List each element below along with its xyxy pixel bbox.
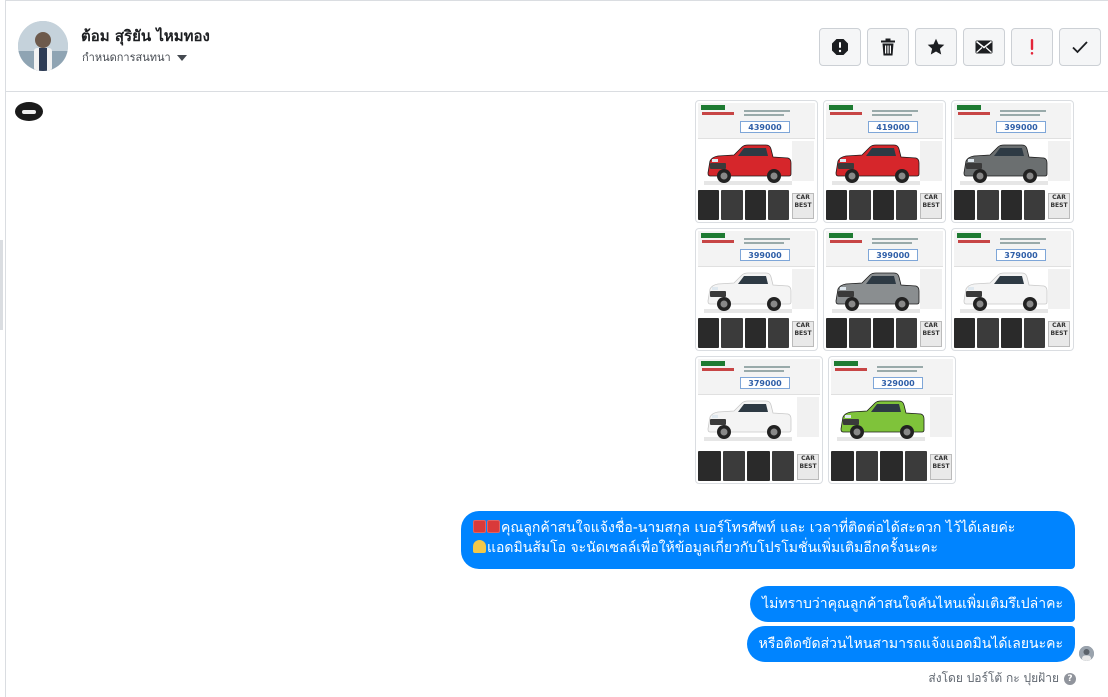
sent-by-text: ส่งโดย ปอร์โต้ กะ ปุยฝ้าย: [928, 671, 1059, 685]
exclamation-icon: [1030, 39, 1034, 55]
car-best-seal: CAR BEST: [1048, 193, 1070, 219]
car-best-seal: CAR BEST: [920, 193, 942, 219]
pickup-truck-image: [832, 144, 920, 185]
car-best-seal: CAR BEST: [930, 454, 952, 480]
car-best-seal: CAR BEST: [797, 454, 819, 480]
ad-banner: 399000: [954, 103, 1071, 139]
star-icon: [927, 38, 945, 55]
assign-label: กำหนดการสนทนา: [82, 51, 171, 64]
header-actions: [819, 28, 1101, 66]
report-spam-icon: [832, 39, 848, 55]
pickup-truck-image: [704, 400, 792, 441]
report-spam-button[interactable]: [819, 28, 861, 66]
gallery-row: 399000 CAR BEST 399000 CAR BEST 379000 CAR BE…: [695, 228, 1075, 351]
ad-banner: 379000: [954, 231, 1071, 267]
pickup-truck-image: [704, 144, 792, 185]
help-icon[interactable]: ?: [1064, 672, 1076, 685]
message-text: แอดมินส้มโอ จะนัดเซลล์เพื่อให้ข้อมูลเกี่…: [487, 540, 938, 556]
star-button[interactable]: [915, 28, 957, 66]
ad-banner: 419000: [826, 103, 943, 139]
car-best-seal: CAR BEST: [920, 321, 942, 347]
car-best-seal: CAR BEST: [792, 193, 814, 219]
car-image-thumbnail[interactable]: 379000 CAR BEST: [695, 356, 823, 484]
telephone-emoji-icon: [487, 520, 500, 533]
pickup-truck-image: [704, 272, 792, 313]
message-line: คุณลูกค้าสนใจแจ้งชื่อ-นามสกุล เบอร์โทรศั…: [473, 518, 1063, 538]
gallery-row: 379000 CAR BEST 329000 CAR BEST: [695, 356, 1075, 484]
price-tag: 399000: [996, 121, 1046, 133]
ad-banner: 379000: [698, 359, 820, 395]
contact-avatar[interactable]: [18, 21, 68, 71]
price-tag: 399000: [868, 249, 918, 261]
price-tag: 329000: [873, 377, 923, 389]
ad-banner: 329000: [831, 359, 953, 395]
message-text: ไม่ทราบว่าคุณลูกค้าสนใจคันไหนเพิ่มเติมรึ…: [762, 596, 1063, 612]
page-avatar: [15, 102, 43, 121]
sent-by-label: ส่งโดย ปอร์โต้ กะ ปุยฝ้าย ?: [928, 669, 1076, 688]
message-bubble[interactable]: ไม่ทราบว่าคุณลูกค้าสนใจคันไหนเพิ่มเติมรึ…: [750, 586, 1075, 622]
price-tag: 419000: [868, 121, 918, 133]
ad-banner: 399000: [698, 231, 815, 267]
ad-banner: 399000: [826, 231, 943, 267]
car-image-thumbnail[interactable]: 439000 CAR BEST: [695, 100, 818, 223]
message-line: แอดมินส้มโอ จะนัดเซลล์เพื่อให้ข้อมูลเกี่…: [473, 538, 1063, 558]
assign-conversation-dropdown[interactable]: กำหนดการสนทนา: [82, 48, 187, 66]
conversation-header: ต้อม สุริยัน ไหมทอง กำหนดการสนทนา: [6, 1, 1108, 92]
mark-done-button[interactable]: [1059, 28, 1101, 66]
read-receipt-avatar: [1079, 646, 1094, 661]
pickup-truck-image: [960, 272, 1048, 313]
mark-unread-button[interactable]: [963, 28, 1005, 66]
checkmark-icon: [1072, 41, 1088, 54]
car-image-thumbnail[interactable]: 419000 CAR BEST: [823, 100, 946, 223]
car-best-seal: CAR BEST: [792, 321, 814, 347]
message-text: หรือติดขัดส่วนไหนสามารถแจ้งแอดมินได้เลยน…: [758, 636, 1063, 652]
contact-name[interactable]: ต้อม สุริยัน ไหมทอง: [81, 24, 210, 48]
ad-banner: 439000: [698, 103, 815, 139]
conversation-panel: ต้อม สุริยัน ไหมทอง กำหนดการสนทนา 439000…: [5, 0, 1108, 697]
car-image-thumbnail[interactable]: 379000 CAR BEST: [951, 228, 1074, 351]
price-tag: 439000: [740, 121, 790, 133]
image-gallery: 439000 CAR BEST 419000 CAR BEST 399000 CAR BE…: [695, 100, 1075, 489]
message-bubble[interactable]: คุณลูกค้าสนใจแจ้งชื่อ-นามสกุล เบอร์โทรศั…: [461, 511, 1075, 569]
pickup-truck-image: [837, 400, 925, 441]
telephone-emoji-icon: [473, 520, 486, 533]
price-tag: 379000: [740, 377, 790, 389]
follow-up-button[interactable]: [1011, 28, 1053, 66]
car-image-thumbnail[interactable]: 329000 CAR BEST: [828, 356, 956, 484]
pickup-truck-image: [960, 144, 1048, 185]
message-bubble[interactable]: หรือติดขัดส่วนไหนสามารถแจ้งแอดมินได้เลยน…: [746, 626, 1075, 662]
chevron-down-icon: [176, 54, 187, 61]
trash-icon: [881, 38, 895, 56]
price-tag: 399000: [740, 249, 790, 261]
car-best-seal: CAR BEST: [1048, 321, 1070, 347]
delete-button[interactable]: [867, 28, 909, 66]
people-emoji-icon: [473, 540, 486, 553]
gallery-row: 439000 CAR BEST 419000 CAR BEST 399000 CAR BE…: [695, 100, 1075, 223]
scrollbar[interactable]: [0, 240, 3, 330]
car-image-thumbnail[interactable]: 399000 CAR BEST: [951, 100, 1074, 223]
pickup-truck-image: [832, 272, 920, 313]
envelope-icon: [975, 40, 993, 54]
price-tag: 379000: [996, 249, 1046, 261]
car-image-thumbnail[interactable]: 399000 CAR BEST: [823, 228, 946, 351]
message-text: คุณลูกค้าสนใจแจ้งชื่อ-นามสกุล เบอร์โทรศั…: [501, 520, 1016, 536]
car-image-thumbnail[interactable]: 399000 CAR BEST: [695, 228, 818, 351]
